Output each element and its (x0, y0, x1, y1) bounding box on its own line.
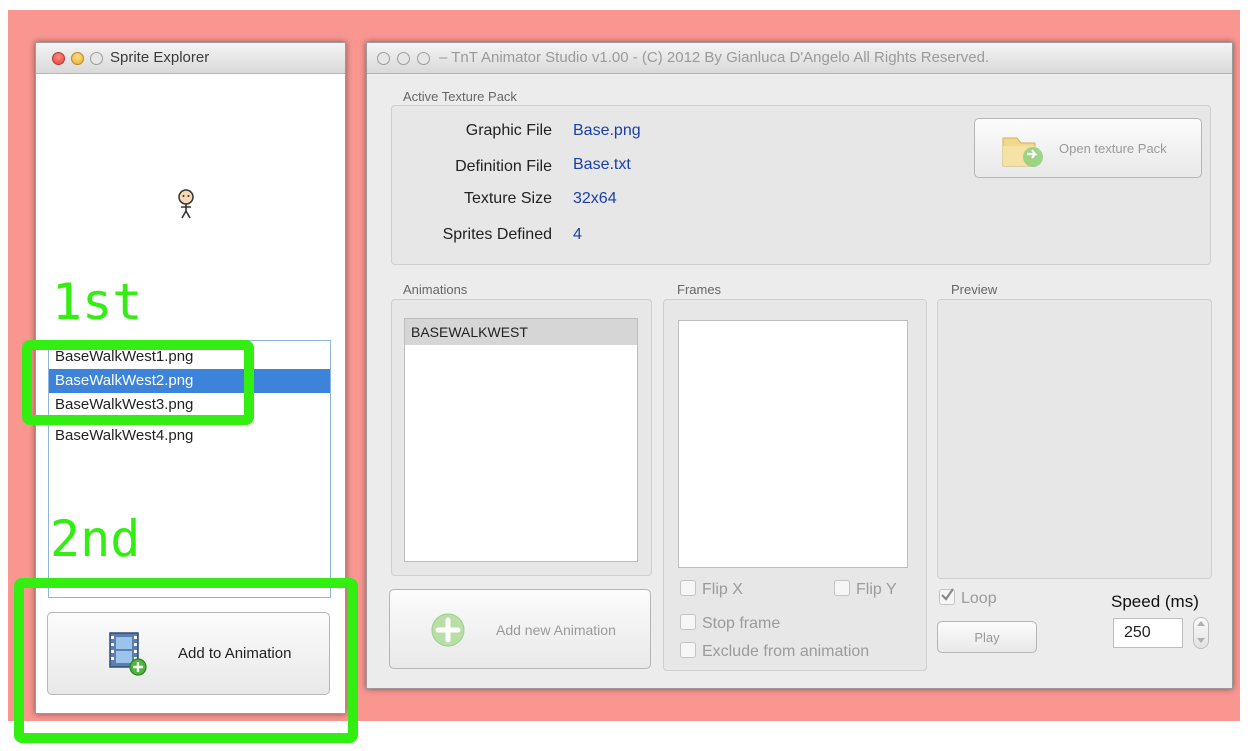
plus-circle-icon (430, 612, 466, 653)
play-label: Play (974, 630, 1000, 645)
flip-y-checkbox[interactable]: Flip Y (834, 580, 897, 599)
animations-group: BASEWALKWEST (391, 299, 652, 576)
frames-group: Flip X Flip Y Stop frame Exclude from an… (663, 299, 927, 671)
speed-label: Speed (ms) (1111, 592, 1199, 611)
play-button[interactable]: Play (937, 621, 1037, 653)
zoom-icon[interactable] (417, 52, 430, 65)
texture-pack-group-label: Active Texture Pack (403, 89, 517, 104)
graphic-file-label: Graphic File (465, 122, 552, 139)
graphic-file-value: Base.png (573, 122, 641, 139)
exclude-from-animation-checkbox[interactable]: Exclude from animation (680, 642, 869, 661)
main-titlebar: – TnT Animator Studio v1.00 - (C) 2012 B… (367, 43, 1232, 74)
minimize-icon[interactable] (397, 52, 410, 65)
step-2-annotation: 2nd (50, 510, 141, 568)
list-item[interactable]: BaseWalkWest4.png (49, 424, 330, 447)
step-1-annotation: 1st (52, 273, 143, 331)
animations-group-label: Animations (403, 282, 468, 297)
close-icon[interactable] (52, 52, 65, 65)
add-new-animation-label: Add new Animation (496, 622, 616, 638)
preview-area (937, 299, 1212, 579)
add-new-animation-button[interactable]: Add new Animation (389, 589, 651, 669)
speed-stepper[interactable] (1193, 617, 1209, 649)
window-title-text: TnT Animator Studio v1.00 - (C) 2012 By … (451, 49, 990, 66)
zoom-icon[interactable] (90, 52, 103, 65)
speed-input[interactable]: 250 (1113, 618, 1183, 648)
sprites-defined-label: Sprites Defined (442, 226, 552, 243)
exclude-label: Exclude from animation (702, 643, 870, 660)
loop-label: Loop (961, 590, 997, 607)
close-icon[interactable] (377, 52, 390, 65)
stepper-up-icon[interactable] (1197, 621, 1205, 626)
open-texture-pack-button[interactable]: Open texture Pack (974, 118, 1202, 178)
animator-main-window: – TnT Animator Studio v1.00 - (C) 2012 B… (366, 42, 1233, 689)
stop-frame-checkbox[interactable]: Stop frame (680, 614, 780, 633)
definition-file-label: Definition File (455, 158, 552, 175)
checkmark-icon (941, 588, 954, 601)
loop-checkbox[interactable]: Loop (939, 588, 997, 608)
step-1-highlight-box (22, 340, 254, 425)
list-item-selected[interactable]: BASEWALKWEST (405, 319, 637, 345)
preview-group-label: Preview (951, 282, 998, 297)
stop-frame-label: Stop frame (702, 615, 781, 632)
frames-group-label: Frames (677, 282, 722, 297)
texture-pack-group: Graphic File Base.png Definition File Ba… (391, 105, 1211, 265)
texture-size-label: Texture Size (463, 190, 552, 207)
flip-x-label: Flip X (702, 581, 743, 598)
step-2-highlight-box (14, 578, 358, 743)
stepper-down-icon[interactable] (1197, 638, 1205, 643)
sprite-preview (174, 188, 198, 220)
flip-x-checkbox[interactable]: Flip X (680, 580, 743, 599)
open-texture-pack-label: Open texture Pack (1059, 141, 1167, 156)
sprite-explorer-titlebar: Sprite Explorer (36, 43, 345, 74)
character-sprite-icon (178, 189, 194, 219)
window-title: – TnT Animator Studio v1.00 - (C) 2012 B… (439, 49, 990, 66)
folder-icon (1001, 130, 1045, 175)
texture-size-value: 32x64 (573, 190, 617, 207)
definition-file-value: Base.txt (573, 156, 631, 173)
speed-value: 250 (1124, 624, 1151, 641)
minimize-icon[interactable] (71, 52, 84, 65)
flip-y-label: Flip Y (856, 581, 897, 598)
animation-list[interactable]: BASEWALKWEST (404, 318, 638, 562)
frames-list[interactable] (678, 320, 908, 568)
window-title: Sprite Explorer (110, 49, 210, 66)
sprites-defined-value: 4 (573, 226, 582, 243)
